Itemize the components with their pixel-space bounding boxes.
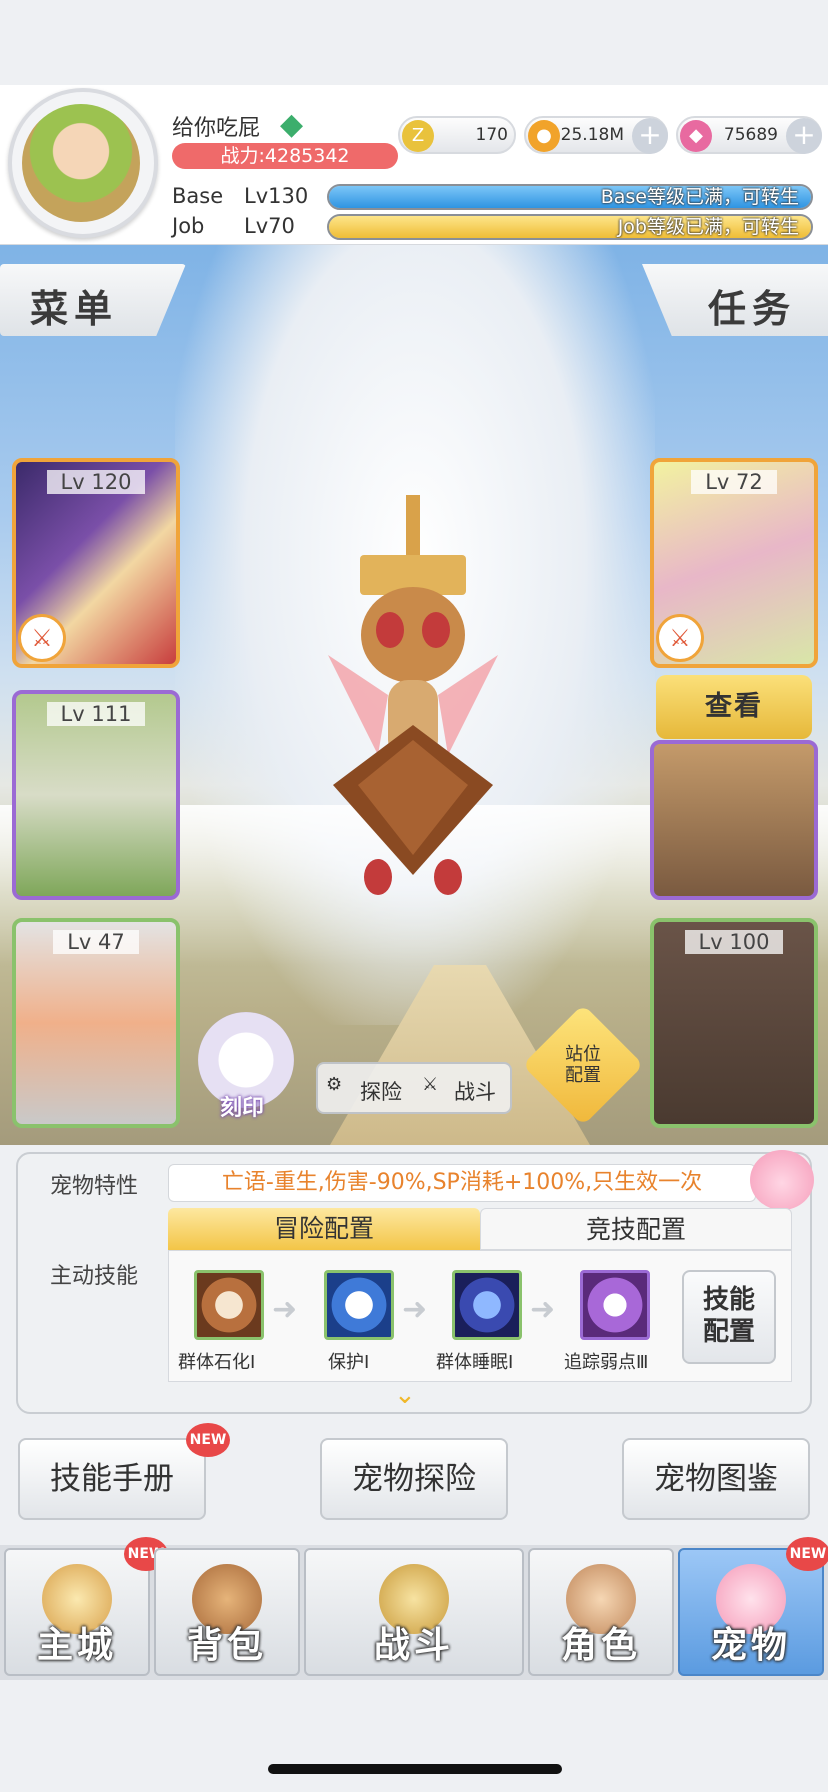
base-exp-bar: Base等级已满，可转生 [327, 184, 813, 210]
guild-crest-icon: ◆ [280, 107, 304, 142]
tab-arena-config[interactable]: 竞技配置 [480, 1208, 792, 1250]
poring-icon[interactable] [750, 1150, 814, 1210]
arrow-right-icon: ➜ [530, 1292, 556, 1327]
skill-name: 保护Ⅰ [328, 1352, 370, 1373]
new-badge: NEW [786, 1537, 828, 1571]
quest-tab-label: 任务 [708, 287, 797, 331]
nav-label: 宠物 [710, 1625, 791, 1666]
pet-card-level: Lv 47 [53, 930, 139, 954]
skill-name: 群体睡眠Ⅰ [436, 1352, 514, 1373]
sword-icon: ⚔ [656, 614, 704, 662]
skill-manual-button[interactable]: 技能手册 [18, 1438, 206, 1520]
gold-currency: ● 25.18M + [524, 116, 668, 154]
mode-explore[interactable]: 探险 [360, 1076, 402, 1106]
gold-icon: ● [528, 120, 560, 152]
nav-battle[interactable]: 战斗 [304, 1548, 524, 1676]
skill-config-text-1: 技能 [702, 1285, 755, 1315]
nav-character[interactable]: 角色 [528, 1548, 674, 1676]
sword-icon: ⚔ [422, 1074, 439, 1095]
trait-label: 宠物特性 [50, 1174, 139, 1199]
arrow-right-icon: ➜ [272, 1292, 298, 1327]
player-name: 给你吃屁 [172, 116, 261, 141]
base-level: Lv130 [244, 184, 309, 208]
gem-currency: ◆ 75689 + [676, 116, 822, 154]
chevron-down-icon[interactable]: ⌄ [394, 1380, 416, 1410]
add-gem-button[interactable]: + [786, 118, 822, 154]
nav-bag[interactable]: 背包 [154, 1548, 300, 1676]
sleep-skill-icon[interactable] [452, 1270, 522, 1340]
base-exp-status: Base等级已满，可转生 [600, 186, 799, 208]
pet-card-4[interactable]: Lv 72 ⚔ [650, 458, 818, 668]
pet-codex-button[interactable]: 宠物图鉴 [622, 1438, 810, 1520]
skill-name: 群体石化Ⅰ [178, 1352, 256, 1373]
nav-label: 战斗 [373, 1625, 454, 1666]
pet-card-3[interactable]: Lv 47 [12, 918, 180, 1128]
gem-value: 75689 [723, 125, 778, 145]
pet-card-1[interactable]: Lv 120 ⚔ [12, 458, 180, 668]
nav-label: 角色 [560, 1625, 641, 1666]
gem-icon: ◆ [680, 120, 712, 152]
skill-label: 主动技能 [50, 1264, 139, 1289]
nav-label: 背包 [186, 1625, 267, 1666]
home-indicator[interactable] [268, 1764, 562, 1774]
arrow-right-icon: ➜ [402, 1292, 428, 1327]
new-badge: NEW [186, 1423, 230, 1457]
mode-battle[interactable]: 战斗 [454, 1076, 496, 1106]
pet-card-6[interactable]: Lv 100 [650, 918, 818, 1128]
nav-main-city[interactable]: 主城 [4, 1548, 150, 1676]
job-exp-status: Job等级已满，可转生 [617, 216, 799, 238]
mode-switch[interactable]: ⚙ 探险 ⚔ 战斗 [316, 1062, 512, 1114]
shield-skill-icon[interactable] [324, 1270, 394, 1340]
view-button[interactable]: 查看 [656, 675, 812, 739]
trait-text: 亡语-重生,伤害-90%,SP消耗+100%,只生效一次 [168, 1164, 756, 1202]
combat-power: 战力:4285342 [172, 143, 398, 169]
pet-card-5[interactable] [650, 740, 818, 900]
track-weakness-skill-icon[interactable] [580, 1270, 650, 1340]
base-label: Base [172, 184, 224, 208]
job-level: Lv70 [244, 214, 295, 238]
skill-config-text-2: 配置 [702, 1317, 755, 1347]
station-config-label: 站位 配置 [553, 1044, 613, 1086]
pet-explore-button[interactable]: 宠物探险 [320, 1438, 508, 1520]
station-config-text-1: 站位 [565, 1044, 601, 1065]
nav-label: 主城 [36, 1625, 117, 1666]
explore-icon: ⚙ [326, 1074, 343, 1095]
job-label: Job [172, 214, 205, 238]
pet-card-level: Lv 100 [684, 930, 784, 954]
add-gold-button[interactable]: + [632, 118, 668, 154]
zeny-value: 170 [475, 125, 508, 145]
sword-icon: ⚔ [18, 614, 66, 662]
skill-name: 追踪弱点Ⅲ [564, 1352, 649, 1373]
zeny-icon: Z [402, 120, 434, 152]
pet-card-level: Lv 120 [46, 470, 146, 494]
pet-card-2[interactable]: Lv 111 [12, 690, 180, 900]
pet-card-level: Lv 111 [46, 702, 146, 726]
avatar[interactable] [22, 104, 140, 222]
pet-card-level: Lv 72 [691, 470, 777, 494]
tab-adventure-config[interactable]: 冒险配置 [168, 1208, 480, 1250]
petrify-skill-icon[interactable] [194, 1270, 264, 1340]
skill-config-button[interactable]: 技能 配置 [682, 1270, 776, 1364]
engrave-label: 刻印 [220, 1096, 265, 1121]
zeny-currency: Z 170 [398, 116, 516, 154]
menu-tab-label: 菜单 [30, 287, 119, 331]
pet-model[interactable] [318, 495, 508, 895]
station-config-text-2: 配置 [565, 1065, 601, 1086]
gold-value: 25.18M [560, 125, 624, 145]
job-exp-bar: Job等级已满，可转生 [327, 214, 813, 240]
